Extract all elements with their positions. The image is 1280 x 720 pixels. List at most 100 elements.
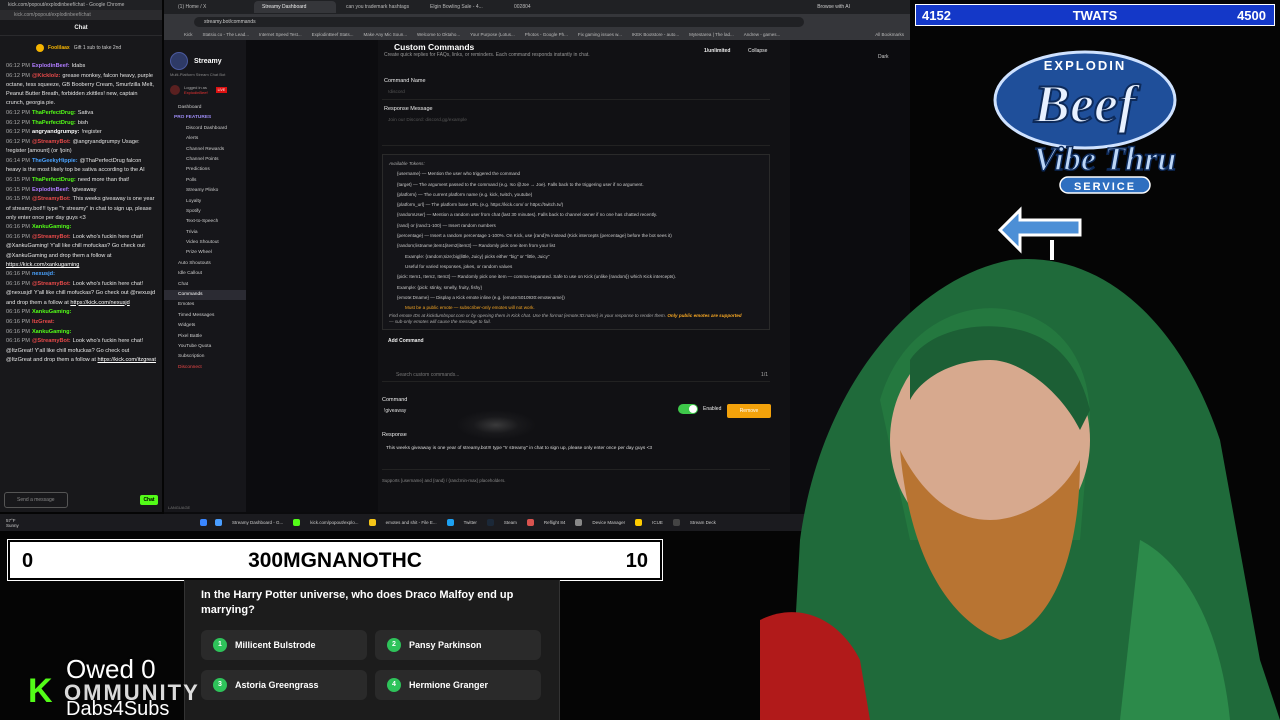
browser-tab[interactable]: (1) Home / X (170, 1, 252, 13)
bookmark-item[interactable]: Andrew - games... (744, 30, 781, 40)
browser-tab[interactable]: Streamy Dashboard (254, 1, 336, 13)
taskbar-item[interactable]: Device Manager (586, 520, 631, 525)
enabled-toggle[interactable] (678, 404, 698, 414)
chat-username[interactable]: ItzGreat: (32, 319, 55, 325)
bookmark-item[interactable]: Internet Speed Test... (259, 30, 302, 40)
browser-tab[interactable]: Elgin Bowling Sale - 4... (422, 1, 504, 13)
sidebar-item-spotify[interactable]: Spotify (164, 207, 246, 217)
taskbar-app-icon[interactable] (293, 519, 301, 526)
sidebar-item-channel-rewards[interactable]: Channel Rewards (164, 145, 246, 155)
sidebar-item-subscription[interactable]: Subscription (164, 352, 246, 362)
taskbar-item[interactable]: Twitter (458, 520, 483, 525)
response-field[interactable]: This weeks giveaway is one year of strea… (382, 440, 770, 470)
sidebar-item-predictions[interactable]: Predictions (164, 165, 246, 175)
sidebar-item-idle-callout[interactable]: Idle Callout (164, 269, 246, 279)
dark-mode-toggle[interactable]: Dark (878, 54, 889, 60)
taskbar-app-icon[interactable] (575, 519, 583, 526)
chat-username[interactable]: @Kicklolz: (32, 73, 60, 79)
trivia-answer-3[interactable]: 3 Astoria Greengrass (201, 670, 367, 700)
sidebar-item-commands[interactable]: Commands (164, 290, 246, 301)
taskbar-app-icon[interactable] (635, 519, 643, 526)
chat-username[interactable]: XankuGaming: (32, 224, 71, 230)
taskbar-item[interactable]: emotes and shit - File E... (380, 520, 443, 525)
chat-username[interactable]: @StreamyBot: (32, 196, 71, 202)
all-bookmarks[interactable]: All Bookmarks (875, 30, 904, 40)
taskbar-item[interactable]: Stream Deck (684, 520, 722, 525)
chat-username[interactable]: ExplodinBeef: (32, 187, 70, 193)
bookmark-item[interactable]: Fix gaming issues w... (578, 30, 622, 40)
chat-username[interactable]: angryandgrumpy: (32, 129, 80, 135)
bookmark-item[interactable]: IKEK Bootstore - auto... (632, 30, 679, 40)
url-field[interactable]: streamy.bot/commands (194, 17, 804, 27)
chat-username[interactable]: XankuGaming: (32, 309, 71, 315)
chat-link[interactable]: https://kick.com/xankugaming (6, 262, 79, 268)
sidebar-item-disconnect[interactable]: Disconnect (164, 363, 246, 373)
chat-link[interactable]: https://kick.com/nexusjd (70, 300, 129, 306)
sidebar-item-text-to-speech[interactable]: Text-to-Speech (164, 217, 246, 227)
search-commands[interactable]: Search custom commands... 1/1 (382, 368, 770, 382)
chat-username[interactable]: @StreamyBot: (32, 234, 71, 240)
taskbar-app-icon[interactable] (215, 519, 222, 526)
sidebar-item-dashboard[interactable]: Dashboard (164, 103, 246, 113)
sidebar-item-channel-points[interactable]: Channel Points (164, 155, 246, 165)
trivia-answer-1[interactable]: 1 Millicent Bulstrode (201, 630, 367, 660)
chat-username[interactable]: ThaPerfectDrug: (32, 110, 76, 116)
chat-username[interactable]: nexusjd: (32, 271, 55, 277)
chat-username[interactable]: XankuGaming: (32, 329, 71, 335)
taskbar-app-icon[interactable] (368, 519, 376, 526)
taskbar-app-icon[interactable] (486, 519, 494, 526)
browser-tab[interactable]: 002804 (506, 1, 588, 13)
taskbar-item[interactable]: ICUE (646, 520, 669, 525)
command-value[interactable]: !giveaway (384, 408, 406, 414)
taskbar-app-icon[interactable] (526, 519, 534, 526)
chat-link[interactable]: https://kick.com/itzgreat (98, 357, 156, 363)
trivia-answer-4[interactable]: 4 Hermione Granger (375, 670, 541, 700)
browser-tab[interactable]: can you trademark hashtags (338, 1, 420, 13)
bookmark-item[interactable]: Mytestarea | The lad... (689, 30, 734, 40)
sidebar-item-polls[interactable]: Polls (164, 176, 246, 186)
sidebar-item-youtube-quota[interactable]: YouTube Quota (164, 342, 246, 352)
sidebar-item-streamy-plinko[interactable]: Streamy Plinko (164, 186, 246, 196)
sidebar-item-widgets[interactable]: Widgets (164, 321, 246, 331)
taskbar-app-icon[interactable] (672, 519, 680, 526)
sidebar-item-chat[interactable]: Chat (164, 280, 246, 290)
bookmark-item[interactable]: Welcome to Oktaho... (417, 30, 460, 40)
chat-username[interactable]: @StreamyBot: (32, 338, 71, 344)
chat-url[interactable]: kick.com/popout/explodinbeef/chat (0, 10, 162, 20)
chat-username[interactable]: TheGeekyHippie: (32, 158, 78, 164)
response-message-field[interactable]: Join our Discord: discord.gg/example (382, 114, 770, 146)
sidebar-item-pixel-battle[interactable]: Pixel Battle (164, 332, 246, 342)
chat-username[interactable]: ThaPerfectDrug: (32, 120, 76, 126)
sidebar-item-timed-messages[interactable]: Timed Messages (164, 311, 246, 321)
chat-username[interactable]: ExplodinBeef: (32, 63, 70, 69)
collapse-button[interactable]: Collapse (748, 48, 767, 54)
taskbar-item[interactable]: Streamy Dashboard - G... (226, 520, 289, 525)
sidebar-item-alerts[interactable]: Alerts (164, 134, 246, 144)
sidebar-item-prize-wheel[interactable]: Prize Wheel (164, 248, 246, 258)
taskbar-item[interactable]: Reflight 84 (538, 520, 572, 525)
taskbar-app-icon[interactable] (446, 519, 454, 526)
sidebar-item-trivia[interactable]: Trivia (164, 228, 246, 238)
chat-input[interactable]: Send a message (4, 492, 68, 508)
chat-username[interactable]: @StreamyBot: (32, 139, 71, 145)
start-icon[interactable] (200, 519, 207, 526)
chat-username[interactable]: ThaPerfectDrug: (32, 177, 76, 183)
bookmark-item[interactable]: Kick (184, 30, 193, 40)
sidebar-item-loyalty[interactable]: Loyalty (164, 197, 246, 207)
bookmark-item[interactable]: Statsio.co - The Lead... (203, 30, 249, 40)
trivia-answer-2[interactable]: 2 Pansy Parkinson (375, 630, 541, 660)
bookmark-item[interactable]: Make Any Mic Soun... (363, 30, 407, 40)
chat-send-button[interactable]: Chat (140, 495, 158, 505)
bookmark-item[interactable]: ExplodinBeef Stats... (312, 30, 354, 40)
chat-username[interactable]: @StreamyBot: (32, 281, 71, 287)
sidebar-item-discord-dashboard[interactable]: Discord Dashboard (164, 124, 246, 134)
sidebar-item-video-shoutout[interactable]: Video Shoutout (164, 238, 246, 248)
language-label[interactable]: LANGUAGE (168, 505, 190, 510)
add-command-button[interactable]: Add Command (388, 338, 424, 344)
taskbar-item[interactable]: Steam (498, 520, 523, 525)
bookmark-item[interactable]: Photos - Google Ph... (525, 30, 568, 40)
command-name-field[interactable]: !discord (382, 86, 770, 100)
taskbar-item[interactable]: kick.com/popout/explo... (304, 520, 364, 525)
weather-widget[interactable]: 57°F Sunny (0, 518, 40, 528)
sidebar-item-auto-shoutouts[interactable]: Auto Shoutouts (164, 259, 246, 269)
